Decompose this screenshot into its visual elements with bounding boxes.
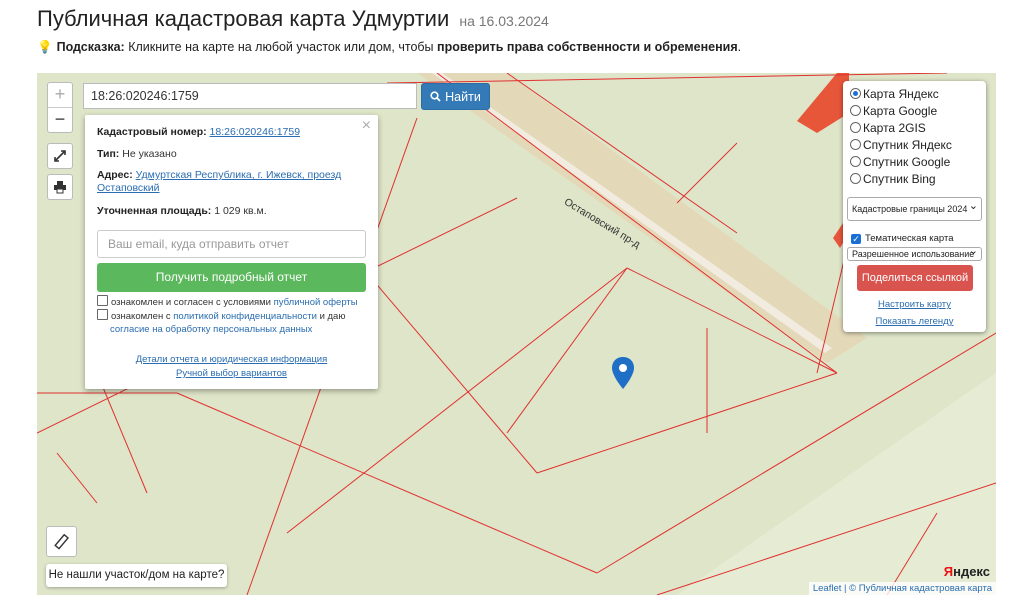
email-field[interactable]: Ваш email, куда отправить отчет bbox=[97, 230, 366, 258]
type-value: Не указано bbox=[122, 148, 177, 160]
radio-icon[interactable] bbox=[850, 139, 861, 150]
hint-bold: проверить права собственности и обремене… bbox=[437, 40, 738, 54]
print-button[interactable] bbox=[47, 174, 73, 200]
layers-panel: Карта Яндекс Карта Google Карта 2GIS Спу… bbox=[843, 81, 986, 332]
layer-option-bing-satellite[interactable]: Спутник Bing bbox=[850, 172, 936, 187]
layer-option-yandex-satellite[interactable]: Спутник Яндекс bbox=[850, 138, 952, 153]
boundaries-select[interactable]: Кадастровые границы 2024 bbox=[847, 197, 982, 221]
type-row: Тип: Не указано bbox=[97, 148, 366, 161]
radio-icon[interactable] bbox=[850, 156, 861, 167]
privacy-link[interactable]: политикой конфиденциальности bbox=[173, 311, 317, 322]
layer-option-label: Спутник Google bbox=[863, 155, 951, 169]
yandex-logo-first: Я bbox=[943, 564, 954, 579]
usage-select[interactable]: Разрешенное использование bbox=[847, 247, 982, 261]
hint-text: Кликните на карте на любой участок или д… bbox=[128, 40, 434, 54]
green-zone bbox=[677, 373, 996, 595]
lightbulb-icon: 💡 bbox=[37, 40, 53, 54]
details-link[interactable]: Детали отчета и юридическая информация bbox=[136, 354, 328, 365]
address-label: Адрес: bbox=[97, 169, 133, 181]
zoom-in-button[interactable]: + bbox=[48, 83, 72, 108]
radio-icon[interactable] bbox=[850, 105, 861, 116]
location-pin-icon[interactable] bbox=[611, 356, 635, 390]
search-button[interactable]: Найти bbox=[421, 83, 490, 110]
radio-selected-icon[interactable] bbox=[850, 88, 861, 99]
ruler-icon bbox=[53, 533, 69, 550]
address-link[interactable]: Удмуртская Республика, г. Ижевск, проезд… bbox=[97, 169, 341, 194]
area-value: 1 029 кв.м. bbox=[214, 205, 267, 217]
show-legend-link[interactable]: Показать легенду bbox=[843, 316, 986, 327]
layer-option-google-map[interactable]: Карта Google bbox=[850, 104, 937, 119]
road-line bbox=[432, 73, 832, 353]
privacy-consent[interactable]: ознакомлен с политикой конфиденциальност… bbox=[97, 309, 365, 336]
yandex-logo-rest: ндекс bbox=[953, 564, 990, 579]
checkbox-checked-icon[interactable]: ✓ bbox=[851, 234, 861, 244]
radio-icon[interactable] bbox=[850, 173, 861, 184]
page-date: на 16.03.2024 bbox=[459, 13, 549, 29]
search-icon bbox=[430, 91, 441, 102]
layer-option-label: Карта Google bbox=[863, 104, 938, 118]
offer-checkbox[interactable] bbox=[97, 295, 108, 306]
privacy-consent-text-2: и даю bbox=[319, 311, 346, 322]
privacy-consent-text: ознакомлен с bbox=[111, 311, 171, 322]
layer-option-google-satellite[interactable]: Спутник Google bbox=[850, 155, 950, 170]
measure-button[interactable] bbox=[46, 526, 77, 557]
yandex-logo: Яндекс bbox=[944, 564, 990, 579]
pkk-link[interactable]: Публичная кадастровая карта bbox=[859, 583, 992, 594]
thematic-map-toggle[interactable]: ✓ Тематическая карта bbox=[851, 233, 953, 244]
printer-icon bbox=[54, 181, 66, 194]
page-title: Публичная кадастровая карта Удмуртии на … bbox=[37, 6, 549, 31]
parcel-popup: × Кадастровый номер: 18:26:020246:1759 Т… bbox=[85, 115, 378, 389]
attribution-sep: | © bbox=[841, 583, 859, 594]
hint: 💡 Подсказка: Кликните на карте на любой у… bbox=[37, 40, 741, 55]
privacy-checkbox[interactable] bbox=[97, 309, 108, 320]
radio-icon[interactable] bbox=[850, 122, 861, 133]
layer-option-2gis-map[interactable]: Карта 2GIS bbox=[850, 121, 926, 136]
manual-row: Ручной выбор вариантов bbox=[85, 368, 378, 379]
search-input[interactable]: 18:26:020246:1759 bbox=[83, 83, 417, 109]
not-found-button[interactable]: Не нашли участок/дом на карте? bbox=[46, 564, 227, 587]
cadastral-link[interactable]: 18:26:020246:1759 bbox=[210, 126, 301, 138]
hint-prefix: Подсказка: bbox=[56, 40, 125, 54]
area-row: Уточненная площадь: 1 029 кв.м. bbox=[97, 205, 366, 218]
zoom-control: + − bbox=[47, 82, 73, 133]
cadastral-row: Кадастровый номер: 18:26:020246:1759 bbox=[97, 126, 366, 139]
data-processing-link[interactable]: согласие на обработку персональных данны… bbox=[110, 324, 312, 335]
building bbox=[797, 73, 849, 133]
get-report-button[interactable]: Получить подробный отчет bbox=[97, 263, 366, 292]
address-row: Адрес: Удмуртская Республика, г. Ижевск,… bbox=[97, 169, 366, 195]
expand-icon bbox=[54, 150, 66, 162]
zoom-out-button[interactable]: − bbox=[48, 108, 72, 132]
layer-option-yandex-map[interactable]: Карта Яндекс bbox=[850, 87, 939, 102]
fullscreen-button[interactable] bbox=[47, 143, 73, 169]
hint-end: . bbox=[737, 40, 742, 54]
layer-option-label: Спутник Bing bbox=[863, 172, 936, 186]
details-row: Детали отчета и юридическая информация bbox=[85, 354, 378, 365]
configure-map-link[interactable]: Настроить карту bbox=[843, 299, 986, 310]
offer-link[interactable]: публичной оферты bbox=[274, 297, 358, 308]
manual-link[interactable]: Ручной выбор вариантов bbox=[176, 368, 287, 379]
offer-consent-text: ознакомлен и согласен с условиями bbox=[111, 297, 271, 308]
layer-option-label: Карта Яндекс bbox=[863, 87, 939, 101]
leaflet-link[interactable]: Leaflet bbox=[813, 583, 842, 594]
search-button-label: Найти bbox=[445, 89, 481, 104]
cadastral-label: Кадастровый номер: bbox=[97, 126, 207, 138]
type-label: Тип: bbox=[97, 148, 120, 160]
thematic-label: Тематическая карта bbox=[865, 233, 954, 244]
share-link-button[interactable]: Поделиться ссылкой bbox=[857, 265, 973, 291]
offer-consent[interactable]: ознакомлен и согласен с условиями публич… bbox=[97, 295, 358, 309]
layer-option-label: Карта 2GIS bbox=[863, 121, 926, 135]
area-label: Уточненная площадь: bbox=[97, 205, 212, 217]
attribution: Leaflet | © Публичная кадастровая карта bbox=[808, 582, 996, 595]
layer-option-label: Спутник Яндекс bbox=[863, 138, 952, 152]
map[interactable]: Остаповский пр-д + − 18:26:020246:1759 Н… bbox=[37, 73, 996, 595]
